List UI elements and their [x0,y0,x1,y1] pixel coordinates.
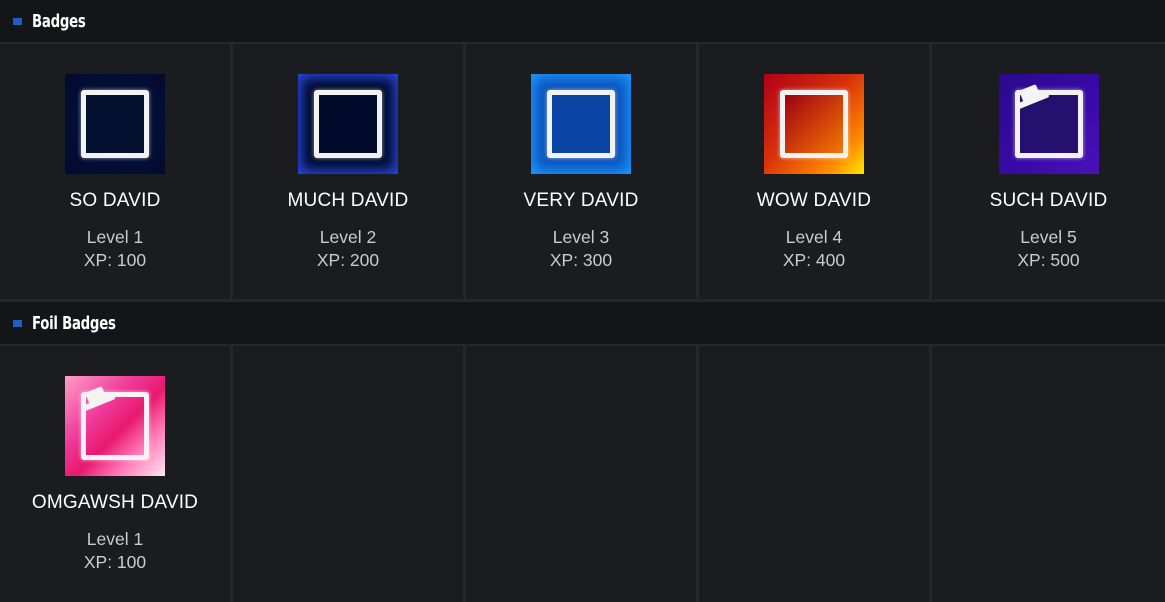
badge-name: WOW DAVID [756,190,872,211]
section-marker-icon [13,17,22,25]
badge-name: SO DAVID [69,190,161,211]
badge-card[interactable]: VERY DAVID Level 3 XP: 300 [466,44,699,299]
foil-badges-section-header: Foil Badges [0,302,1165,346]
badge-xp: XP: 500 [1017,250,1080,270]
badge-name: SUCH DAVID [989,190,1108,211]
badge-xp: XP: 100 [83,250,147,270]
empty-badge-slot [932,346,1165,602]
empty-badge-slot [699,346,932,602]
badge-level: Level 2 [319,227,377,247]
section-title: Badges [32,10,86,32]
square-frame-icon [547,90,615,158]
badge-level: Level 1 [86,529,144,549]
badge-card[interactable]: OMGAWSH DAVID Level 1 XP: 100 [0,346,233,602]
square-frame-icon [780,90,848,158]
badge-name: MUCH DAVID [287,190,409,211]
square-frame-icon [81,90,149,158]
badge-image-omgawsh-david[interactable] [65,376,165,476]
badge-card[interactable]: SUCH DAVID Level 5 XP: 500 [932,44,1165,299]
badge-xp: XP: 300 [549,250,613,270]
badge-level: Level 4 [785,227,843,247]
square-frame-icon [314,90,382,158]
badge-card[interactable]: SO DAVID Level 1 XP: 100 [0,44,233,299]
badge-image-such-david[interactable] [998,74,1099,174]
badge-xp: XP: 200 [316,250,380,270]
badge-level: Level 5 [1020,227,1077,247]
badge-name: VERY DAVID [523,190,639,211]
badge-image-so-david[interactable] [65,74,165,174]
section-marker-icon [13,319,22,327]
section-title: Foil Badges [32,312,116,334]
badge-xp: XP: 100 [83,552,147,572]
badge-xp: XP: 400 [782,250,846,270]
badge-image-wow-david[interactable] [764,74,864,174]
badge-level: Level 1 [86,227,144,247]
badges-section-header: Badges [0,0,1165,44]
foil-badges-grid: OMGAWSH DAVID Level 1 XP: 100 [0,346,1165,602]
empty-badge-slot [233,346,466,602]
badge-level: Level 3 [552,227,610,247]
empty-badge-slot [466,346,699,602]
badge-card[interactable]: WOW DAVID Level 4 XP: 400 [699,44,932,299]
badge-image-very-david[interactable] [531,74,631,174]
badges-grid: SO DAVID Level 1 XP: 100 MUCH DAVID Leve… [0,44,1165,302]
badge-image-much-david[interactable] [298,74,398,174]
badge-name: OMGAWSH DAVID [31,492,199,513]
badge-card[interactable]: MUCH DAVID Level 2 XP: 200 [233,44,466,299]
